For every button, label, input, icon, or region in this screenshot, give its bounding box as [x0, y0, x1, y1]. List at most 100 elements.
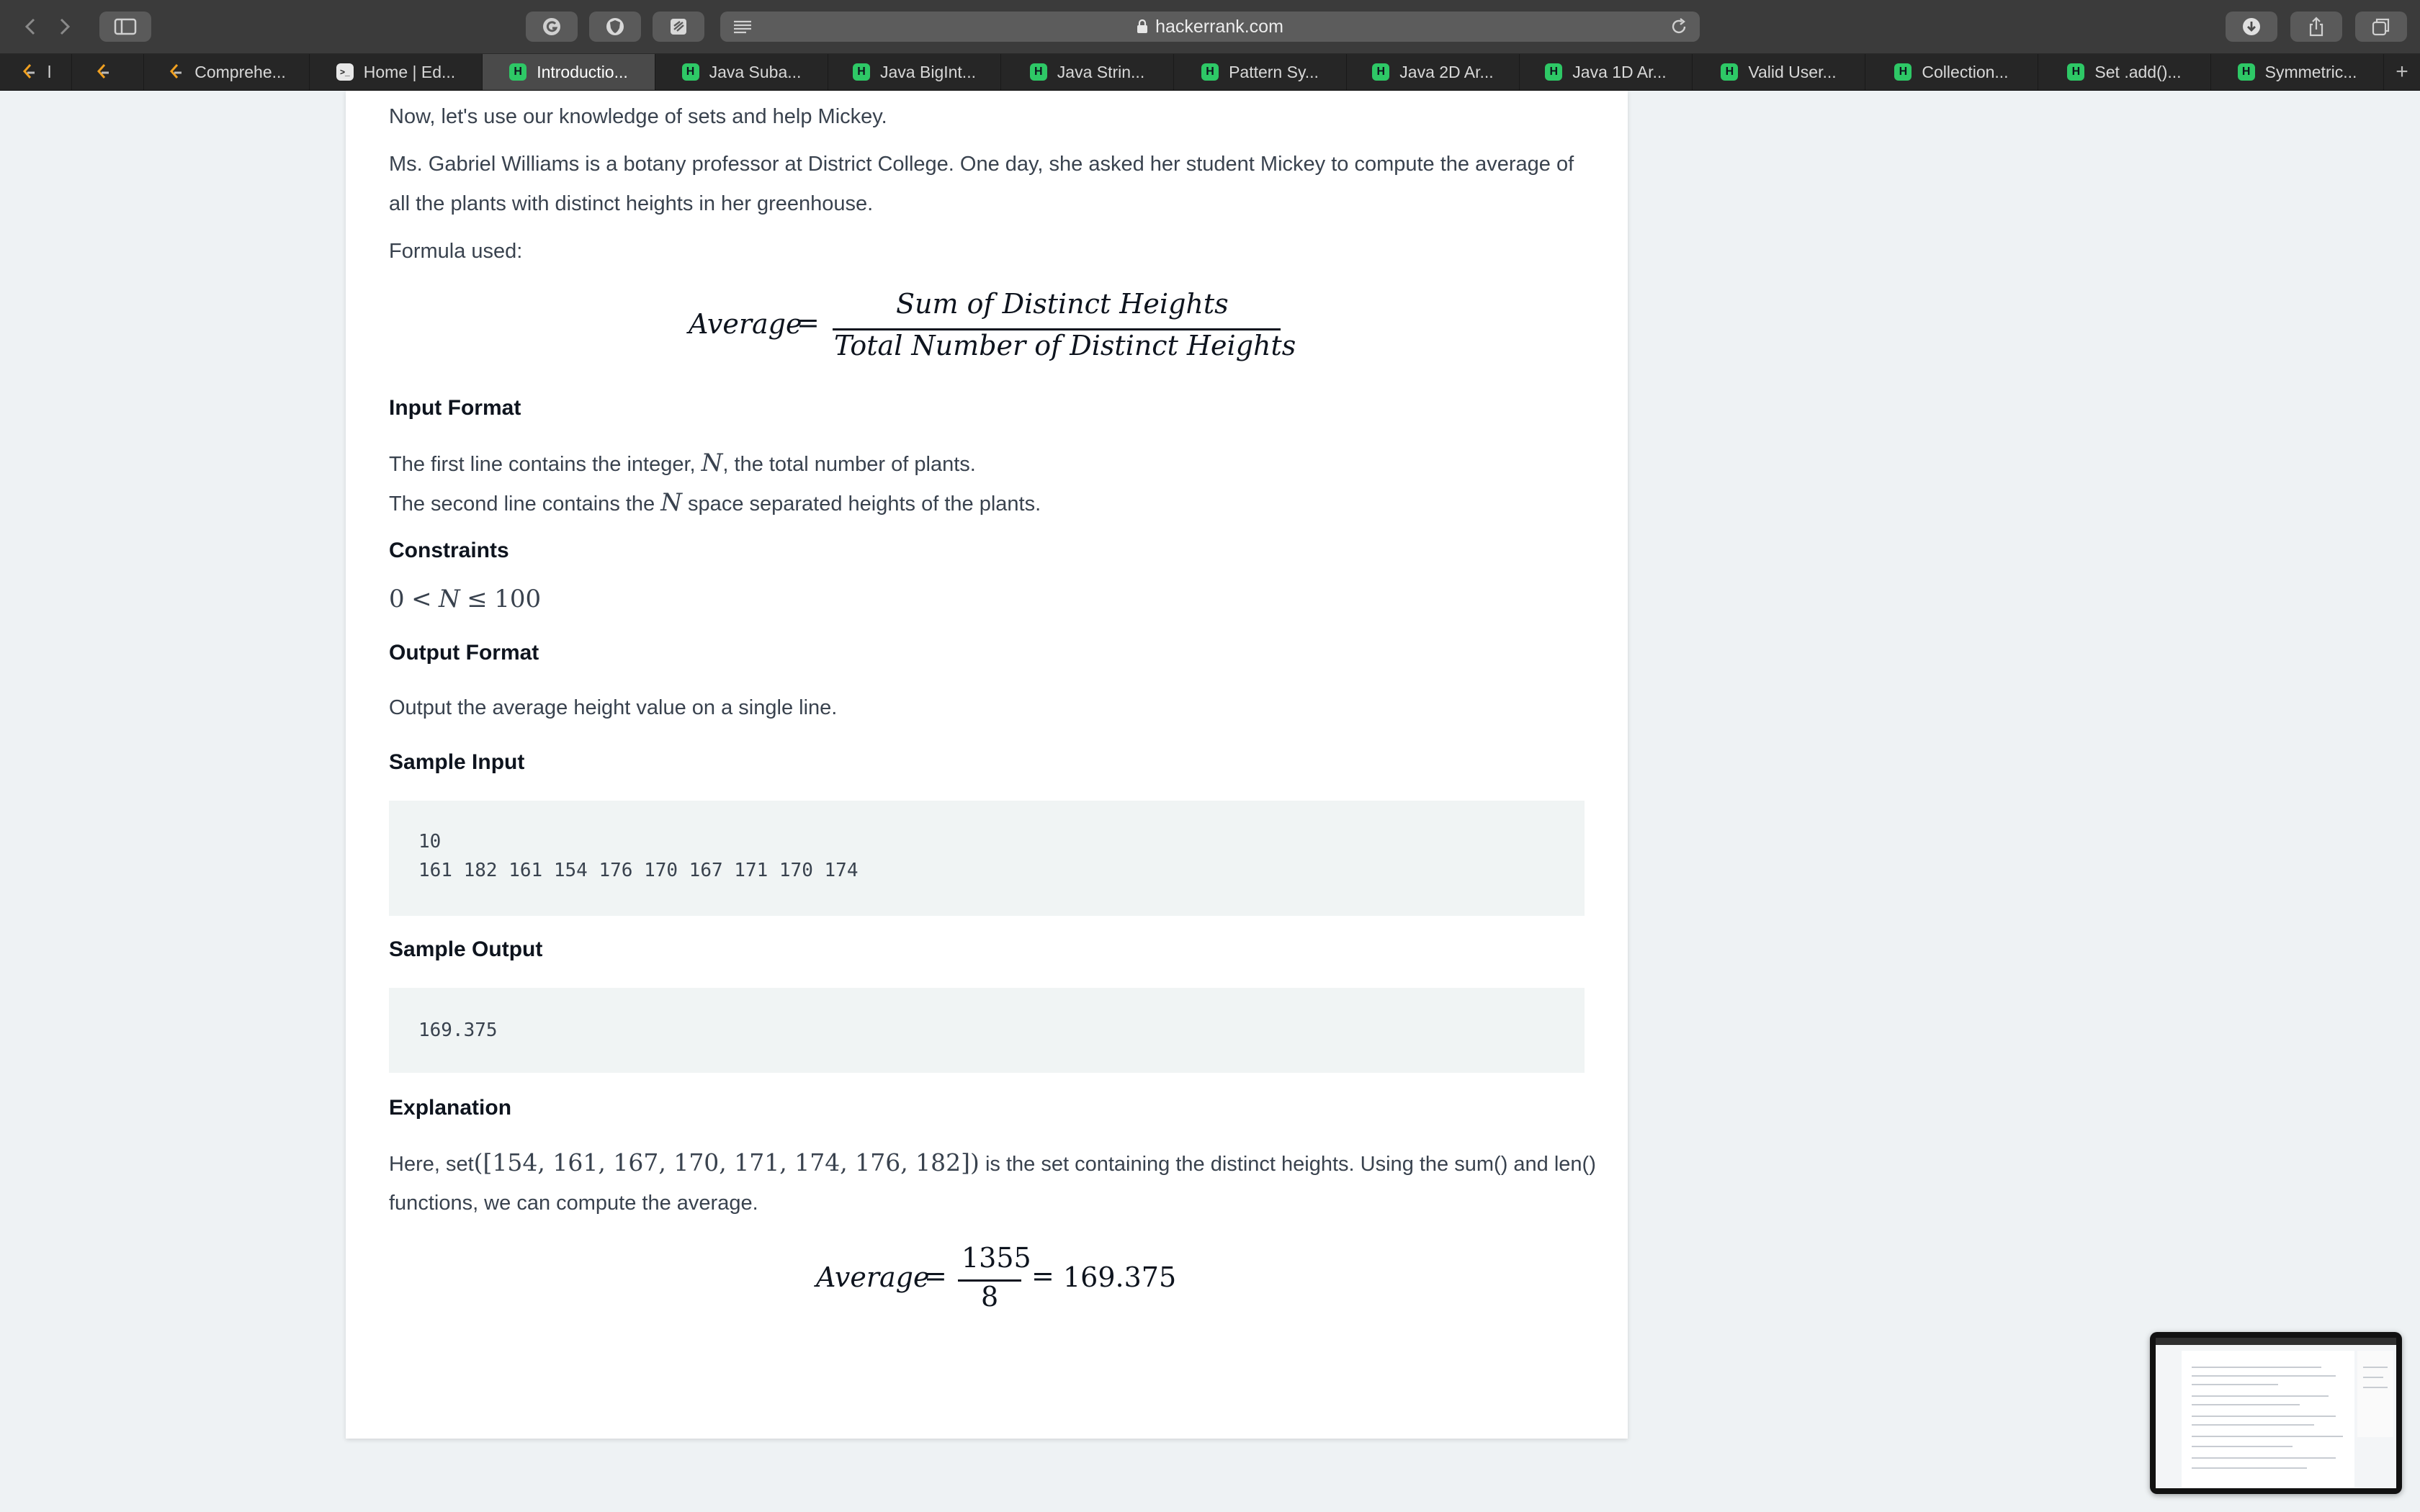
address-bar[interactable]: hackerrank.com [720, 12, 1700, 42]
downloads-button[interactable] [2226, 12, 2277, 42]
story-text-line1: Ms. Gabriel Williams is a botany profess… [389, 153, 1574, 176]
tab-9[interactable]: H Java 2D Ar... [1347, 54, 1520, 90]
math-number: 100 [494, 585, 542, 613]
chevron-left-icon [24, 18, 35, 35]
sample-input-line2: 161 182 161 154 176 170 167 171 170 174 [418, 860, 859, 881]
new-tab-button[interactable]: + [2384, 54, 2420, 90]
tab-3[interactable]: >_ Home | Ed... [310, 54, 483, 90]
tab-4[interactable]: H Introductio... [483, 54, 655, 90]
url-text: hackerrank.com [1155, 16, 1283, 37]
tab-label: Set .add()... [2094, 62, 2182, 81]
notes-extension-button[interactable] [653, 12, 704, 42]
tab-label: Pattern Sy... [1229, 62, 1319, 81]
expl-formula-result: 169.375 [1063, 1261, 1177, 1293]
tab-label: Java 2D Ar... [1399, 62, 1494, 81]
hackerrank-icon: H [2237, 63, 2255, 81]
tab-label: Java 1D Ar... [1572, 62, 1667, 81]
tab-6[interactable]: H Java BigInt... [828, 54, 1001, 90]
tab-label: Java Strin... [1057, 62, 1145, 81]
tab-14[interactable]: H Symmetric... [2211, 54, 2384, 90]
hackerrank-icon: H [1721, 63, 1739, 81]
math-var: N [439, 585, 460, 613]
tab-8[interactable]: H Pattern Sy... [1174, 54, 1347, 90]
leetcode-icon [167, 63, 184, 81]
screenshot-thumbnail[interactable] [2150, 1332, 2402, 1494]
text-span: The second line contains the [389, 492, 661, 516]
sample-output-heading: Sample Output [389, 937, 543, 961]
sample-output-box: 169.375 [389, 988, 1585, 1073]
download-icon [2243, 18, 2260, 35]
tab-bar: l Comprehe... >_ Home | Ed... H Introduc… [0, 54, 2420, 91]
text-span: space separated heights of the plants. [682, 492, 1041, 516]
tab-label: Home | Ed... [363, 62, 456, 81]
explanation-line2: functions, we can compute the average. [389, 1192, 758, 1215]
tab-1[interactable] [72, 54, 144, 90]
formula-lhs: Average [689, 308, 802, 340]
text-span: is the set containing the distinct heigh… [979, 1153, 1596, 1176]
expl-formula-equals2: = [1031, 1260, 1054, 1292]
math-set: ([154, 161, 167, 170, 171, 174, 176, 182… [473, 1148, 980, 1176]
text-span: , the total number of plants. [722, 453, 976, 476]
back-button[interactable] [16, 12, 45, 42]
forward-button[interactable] [50, 12, 79, 42]
hackerrank-icon: H [681, 63, 699, 81]
math-operator: < [411, 585, 432, 613]
expl-formula-denominator: 8 [981, 1281, 999, 1313]
sidebar-button[interactable] [99, 12, 151, 42]
tab-12[interactable]: H Collection... [1865, 54, 2038, 90]
hackerrank-icon: H [509, 63, 527, 81]
intro-text: Now, let's use our knowledge of sets and… [389, 105, 887, 128]
hackerrank-icon: H [1372, 63, 1390, 81]
shield-icon [606, 18, 624, 35]
grammarly-extension-button[interactable] [526, 12, 578, 42]
constraint-expression: 0 < N ≤ 100 [389, 579, 541, 619]
shield-extension-button[interactable] [589, 12, 641, 42]
story-text-line2: all the plants with distinct heights in … [389, 192, 874, 215]
tab-label: Introductio... [537, 62, 628, 81]
tab-label: l [47, 62, 52, 81]
chevron-right-icon [60, 18, 71, 35]
tab-label: Java BigInt... [880, 62, 976, 81]
formula-denominator: Total Number of Distinct Heights [834, 330, 1296, 361]
tab-10[interactable]: H Java 1D Ar... [1520, 54, 1693, 90]
math-var: N [701, 449, 723, 477]
sample-output-line1: 169.375 [418, 1020, 498, 1041]
tab-0[interactable]: l [0, 54, 72, 90]
notes-icon [671, 19, 686, 35]
output-format-heading: Output Format [389, 641, 539, 665]
lock-icon [1137, 19, 1148, 33]
tab-overview-button[interactable] [2355, 12, 2407, 42]
hackerrank-icon: H [1545, 63, 1563, 81]
text-span: Here, set [389, 1153, 474, 1176]
tab-5[interactable]: H Java Suba... [655, 54, 828, 90]
formula-equals: = [797, 307, 820, 338]
expl-formula-numerator: 1355 [962, 1242, 1031, 1274]
plus-icon: + [2396, 60, 2408, 84]
hackerrank-icon: H [1894, 63, 1912, 81]
tab-2[interactable]: Comprehe... [144, 54, 310, 90]
formula-numerator: Sum of Distinct Heights [896, 288, 1229, 320]
hackerrank-icon: H [1029, 63, 1047, 81]
constraints-heading: Constraints [389, 539, 509, 562]
tab-13[interactable]: H Set .add()... [2038, 54, 2211, 90]
sample-input-box: 10 161 182 161 154 176 170 167 171 170 1… [389, 801, 1585, 916]
formula-label: Formula used: [389, 240, 523, 263]
input-format-line2: The second line contains the N space sep… [389, 482, 1041, 524]
tabs-icon [2372, 18, 2390, 36]
tab-11[interactable]: H Valid User... [1693, 54, 1865, 90]
math-number: 0 [389, 585, 405, 613]
tab-7[interactable]: H Java Strin... [1001, 54, 1174, 90]
math-var: N [660, 488, 682, 517]
sidebar-icon [114, 18, 137, 35]
tab-label: Valid User... [1748, 62, 1837, 81]
input-format-line1: The first line contains the integer, N, … [389, 443, 976, 485]
share-button[interactable] [2290, 12, 2342, 42]
hackerrank-icon: H [2067, 63, 2085, 81]
text-span: The first line contains the integer, [389, 453, 702, 476]
math-operator: ≤ [467, 585, 488, 613]
reload-icon[interactable] [1670, 17, 1688, 36]
terminal-icon: >_ [336, 63, 354, 81]
hackerrank-icon: H [853, 63, 871, 81]
expl-formula-equals: = [924, 1260, 947, 1292]
tab-label: Java Suba... [709, 62, 802, 81]
